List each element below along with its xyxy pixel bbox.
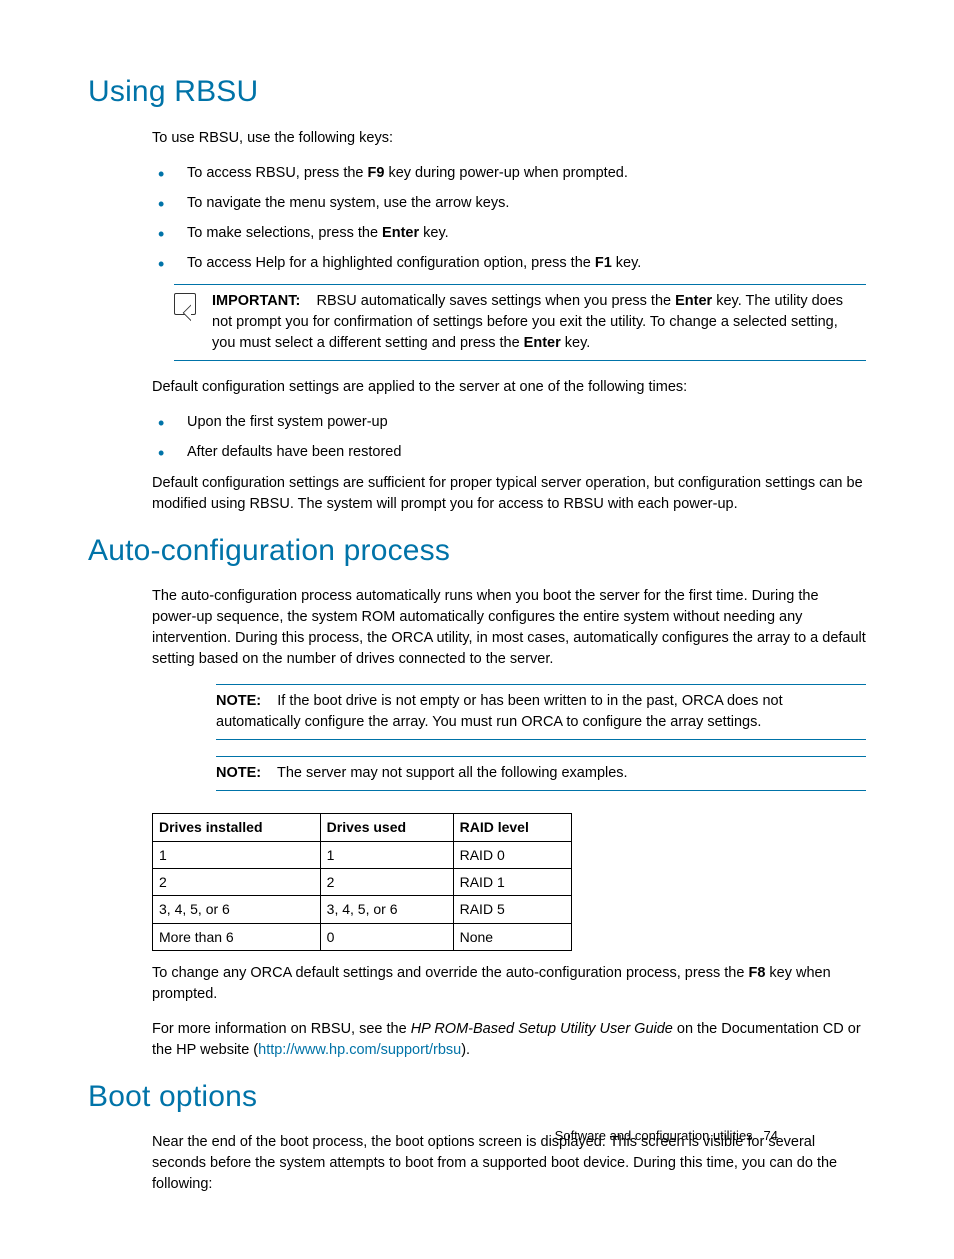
table-row: 3, 4, 5, or 6 3, 4, 5, or 6 RAID 5	[153, 896, 572, 923]
list-item: To make selections, press the Enter key.	[152, 223, 866, 244]
table-row: More than 6 0 None	[153, 923, 572, 950]
heading-using-rbsu: Using RBSU	[88, 70, 866, 114]
table-row: 2 2 RAID 1	[153, 868, 572, 895]
note-callout: NOTE: The server may not support all the…	[216, 756, 866, 791]
table-header-row: Drives installed Drives used RAID level	[153, 814, 572, 841]
page-footer: Software and configuration utilities 74	[555, 1127, 778, 1146]
important-callout: IMPORTANT: RBSU automatically saves sett…	[174, 284, 866, 361]
list-item: After defaults have been restored	[152, 442, 866, 463]
note-edit-icon	[174, 293, 196, 315]
raid-table: Drives installed Drives used RAID level …	[152, 813, 572, 950]
paragraph: For more information on RBSU, see the HP…	[152, 1019, 866, 1061]
rbsu-link[interactable]: http://www.hp.com/support/rbsu	[258, 1042, 461, 1058]
note-text: NOTE: The server may not support all the…	[216, 763, 864, 784]
note-callout: NOTE: If the boot drive is not empty or …	[216, 684, 866, 740]
table-header: RAID level	[453, 814, 571, 841]
list-item: To access Help for a highlighted configu…	[152, 253, 866, 274]
paragraph: To use RBSU, use the following keys:	[152, 128, 866, 149]
heading-boot-options: Boot options	[88, 1075, 866, 1119]
paragraph: The auto-configuration process automatic…	[152, 586, 866, 670]
important-text: IMPORTANT: RBSU automatically saves sett…	[212, 291, 864, 354]
note-icon-col	[174, 291, 198, 354]
paragraph: To change any ORCA default settings and …	[152, 963, 866, 1005]
table-header: Drives installed	[153, 814, 321, 841]
bullet-list: To access RBSU, press the F9 key during …	[152, 163, 866, 274]
list-item: To access RBSU, press the F9 key during …	[152, 163, 866, 184]
list-item: To navigate the menu system, use the arr…	[152, 193, 866, 214]
heading-auto-config: Auto-configuration process	[88, 529, 866, 573]
list-item: Upon the first system power-up	[152, 412, 866, 433]
table-header: Drives used	[320, 814, 453, 841]
paragraph: Default configuration settings are appli…	[152, 377, 866, 398]
bullet-list: Upon the first system power-up After def…	[152, 412, 866, 463]
note-text: NOTE: If the boot drive is not empty or …	[216, 691, 864, 733]
paragraph: Default configuration settings are suffi…	[152, 473, 866, 515]
table-row: 1 1 RAID 0	[153, 841, 572, 868]
